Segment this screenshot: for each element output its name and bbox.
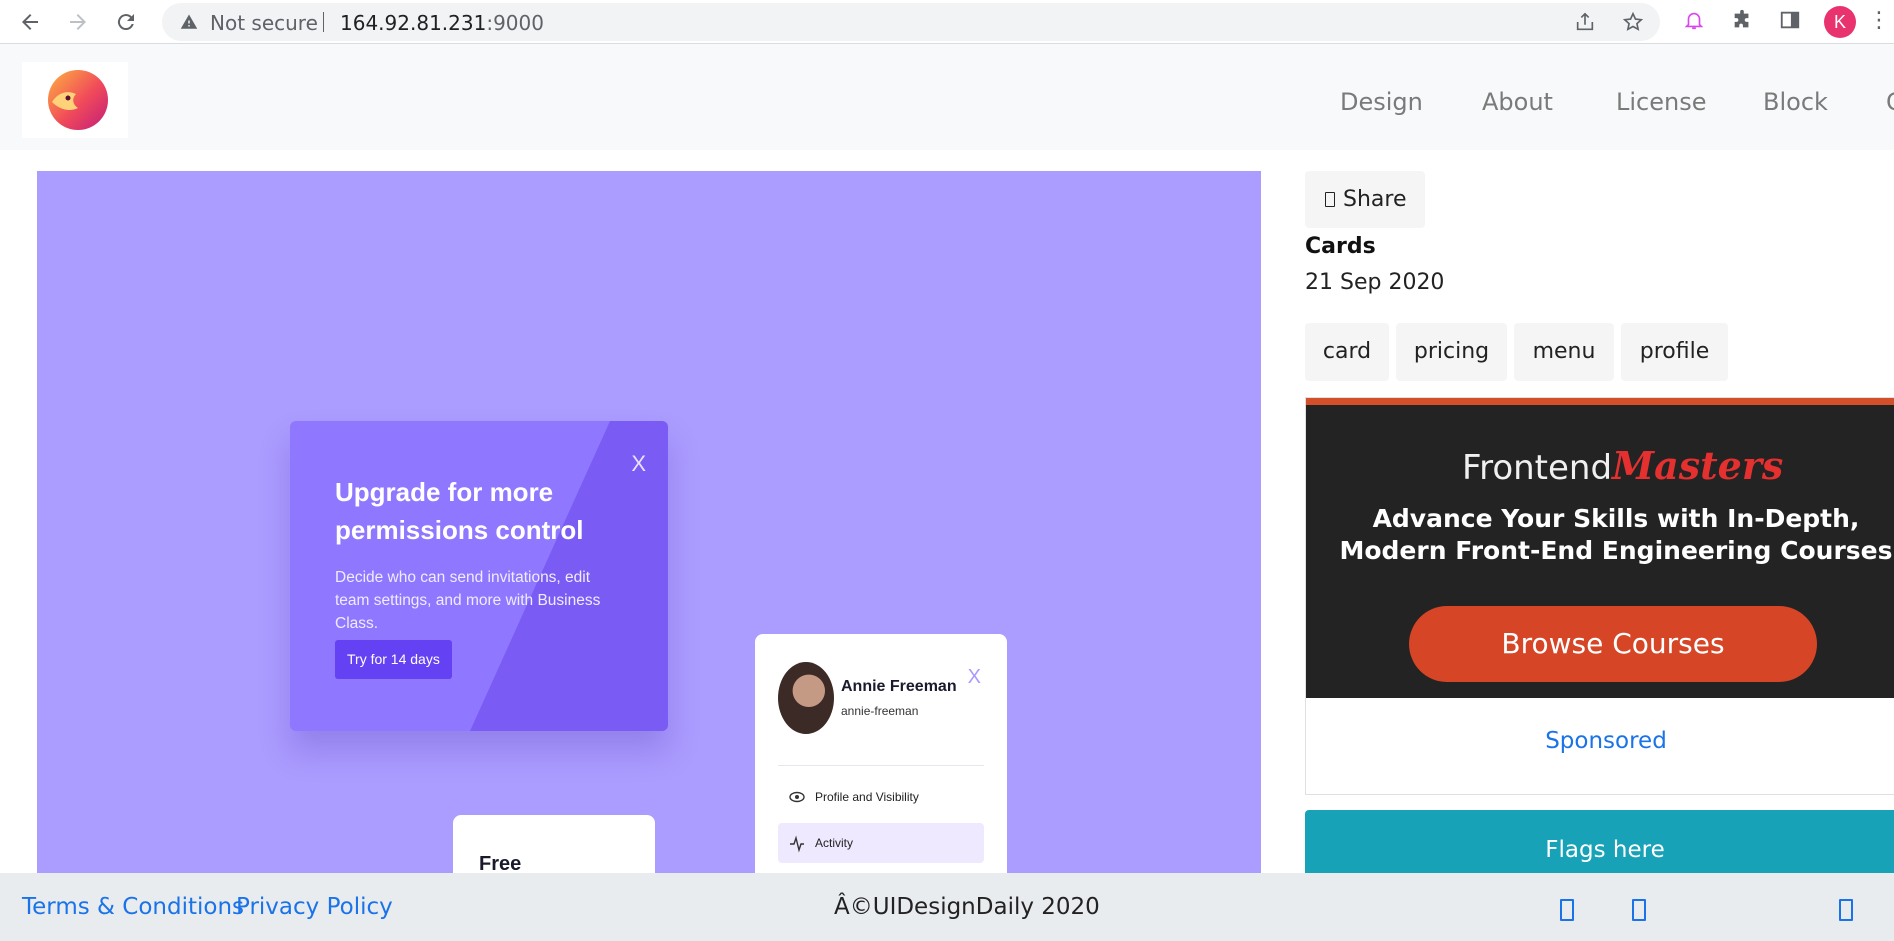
browser-toolbar: Not secure 164.92.81.231:9000 K ⋮: [0, 0, 1894, 44]
tag-menu[interactable]: menu: [1514, 323, 1614, 381]
pricing-card: Free: [453, 815, 655, 873]
social-icon[interactable]: [1560, 899, 1574, 921]
tag-profile[interactable]: profile: [1621, 323, 1728, 381]
url-port: :9000: [486, 11, 544, 35]
upgrade-title: Upgrade for more permissions control: [335, 477, 584, 545]
sponsored-link[interactable]: Sponsored: [1306, 728, 1894, 754]
reload-icon[interactable]: [114, 10, 138, 34]
ad-headline: Advance Your Skills with In-Depth, Moder…: [1339, 504, 1893, 565]
pricing-title: Free: [479, 853, 522, 873]
bookmark-star-icon[interactable]: [1622, 11, 1644, 38]
nav-about[interactable]: About: [1482, 88, 1553, 116]
profile-avatar[interactable]: K: [1824, 6, 1856, 38]
nav-license[interactable]: License: [1616, 88, 1706, 116]
terms-link[interactable]: Terms & Conditions: [22, 894, 244, 920]
sponsored-ad: FrontendMasters Advance Your Skills with…: [1305, 397, 1894, 795]
tag-card[interactable]: card: [1305, 323, 1389, 381]
side-panel-icon[interactable]: [1777, 9, 1803, 35]
url-text[interactable]: 164.92.81.231:9000: [340, 11, 544, 35]
share-label: Share: [1343, 187, 1407, 212]
profile-card: Annie Freeman annie-freeman X Profile an…: [755, 634, 1007, 873]
ad-brand-logo: FrontendMasters: [1462, 443, 1783, 488]
category-title: Cards: [1305, 234, 1376, 259]
share-page-icon[interactable]: [1574, 11, 1596, 38]
url-host: 164.92.81.231: [340, 11, 487, 35]
site-logo[interactable]: [22, 62, 128, 138]
profile-name: Annie Freeman: [841, 678, 957, 695]
ad-banner[interactable]: FrontendMasters Advance Your Skills with…: [1306, 398, 1894, 698]
upgrade-description: Decide who can send invitations, edit te…: [335, 569, 601, 632]
try-trial-button[interactable]: Try for 14 days: [335, 640, 452, 679]
copyright-text: Â©UIDesignDaily 2020: [834, 894, 1100, 920]
menu-item-activity[interactable]: Activity: [778, 823, 984, 863]
nav-truncated[interactable]: C: [1886, 88, 1894, 116]
close-icon[interactable]: X: [968, 666, 981, 689]
social-icon[interactable]: [1632, 899, 1646, 921]
site-footer: Terms & Conditions Privacy Policy Â©UIDe…: [0, 873, 1894, 941]
upgrade-card: X Upgrade for more permissions control D…: [290, 421, 668, 731]
bell-extension-icon[interactable]: [1681, 9, 1707, 35]
nav-design[interactable]: Design: [1340, 88, 1423, 116]
tag-pricing[interactable]: pricing: [1396, 323, 1507, 381]
brand-suffix: Masters: [1612, 443, 1784, 488]
brand-prefix: Frontend: [1462, 448, 1613, 488]
menu-item-label: Profile and Visibility: [815, 790, 919, 804]
privacy-link[interactable]: Privacy Policy: [236, 894, 393, 920]
share-icon: [1325, 192, 1335, 207]
puzzle-extension-icon[interactable]: [1729, 9, 1755, 35]
forward-icon[interactable]: [66, 10, 90, 34]
avatar: [778, 662, 834, 734]
publish-date: 21 Sep 2020: [1305, 270, 1445, 295]
divider: [778, 765, 984, 766]
menu-item-profile-visibility[interactable]: Profile and Visibility: [778, 777, 984, 817]
nav-block[interactable]: Block: [1763, 88, 1828, 116]
kebab-menu-icon[interactable]: ⋮: [1868, 8, 1890, 33]
menu-item-label: Activity: [815, 836, 854, 850]
close-icon[interactable]: X: [631, 451, 646, 477]
profile-handle: annie-freeman: [841, 704, 919, 718]
activity-icon: [788, 823, 806, 873]
browse-courses-button[interactable]: Browse Courses: [1409, 606, 1817, 682]
site-header: Design About License Block C: [0, 44, 1894, 150]
design-preview: X Upgrade for more permissions control D…: [37, 171, 1261, 873]
warning-icon: [180, 13, 198, 31]
social-icon[interactable]: [1839, 899, 1853, 921]
share-button[interactable]: Share: [1305, 171, 1425, 228]
back-icon[interactable]: [18, 10, 42, 34]
omnibox-divider: [323, 12, 324, 32]
security-label[interactable]: Not secure: [210, 11, 318, 35]
address-bar[interactable]: Not secure 164.92.81.231:9000: [162, 3, 1660, 41]
